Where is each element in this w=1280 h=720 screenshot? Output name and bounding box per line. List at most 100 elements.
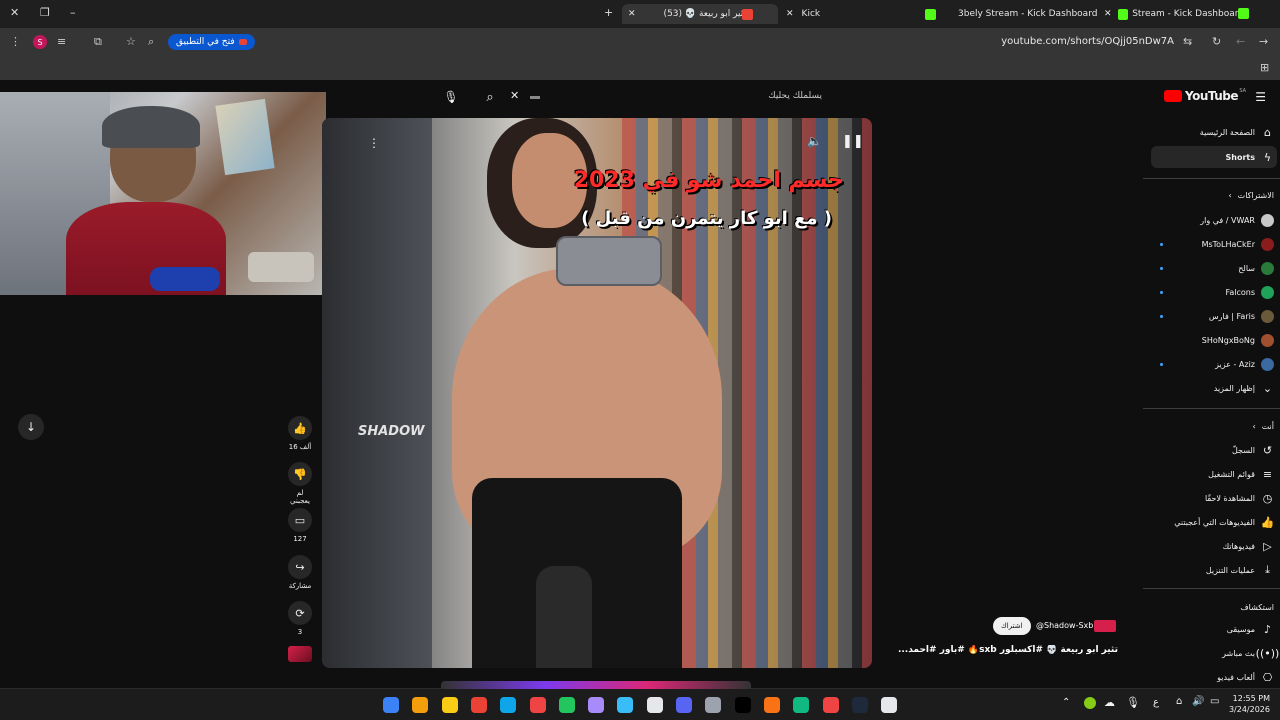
sidebar-item-live[interactable]: بث مباشر ((•)): [1222, 642, 1279, 664]
taskbar-app-icon[interactable]: [383, 697, 399, 713]
network-icon[interactable]: ⌂: [1176, 696, 1182, 707]
menu-dots-icon[interactable]: ⋮: [10, 35, 21, 48]
pause-icon[interactable]: ❚❚: [842, 134, 864, 149]
browser-tab-strip: ✕ ❐ – + ✕ ثاثير ابو ربيعة 💀 (53) ✕ Kick …: [0, 0, 1280, 28]
search-button[interactable]: ⌕: [479, 86, 501, 108]
taskbar-app-icon[interactable]: [470, 697, 487, 713]
subscriptions-header[interactable]: ‹ الاشتراكات: [1228, 184, 1274, 206]
sidebar-item-home[interactable]: الصفحة الرئيسية ⌂: [1200, 121, 1274, 143]
sidebar-item-music[interactable]: موسيقى ♪: [1227, 618, 1274, 640]
tray-app-icon[interactable]: [1084, 697, 1096, 709]
clock[interactable]: 12:55 PM 3/24/2026: [1224, 693, 1270, 715]
show-more-button[interactable]: إظهار المزيد ⌄: [1214, 377, 1274, 399]
sidebar-item-channel[interactable]: في وار / VWAR: [1200, 209, 1274, 231]
tab-label: 3bely Stream - Kick Dashboard: [958, 9, 1098, 19]
sidebar-item-playlists[interactable]: قوائم التشغيل ≡: [1208, 463, 1274, 485]
sidebar-item-channel[interactable]: Falcons: [1225, 281, 1274, 303]
taskbar-app-icon[interactable]: [676, 697, 692, 713]
sidebar-item-watch-later[interactable]: المشاهدة لاحقًا ◷: [1205, 487, 1274, 509]
microphone-icon[interactable]: 🎙: [1126, 696, 1140, 709]
bookmark-star-icon[interactable]: ☆: [126, 35, 136, 48]
sidebar-item-downloads[interactable]: عمليات التنزيل ⤓: [1206, 559, 1274, 581]
sidebar-item-channel[interactable]: عزيز - Aziz: [1215, 353, 1274, 375]
search-input[interactable]: يسلملك يحليك: [527, 88, 822, 106]
channel-avatar: [1261, 309, 1274, 323]
more-options-icon[interactable]: ⋮: [368, 136, 380, 150]
taskbar-app-icon[interactable]: [822, 697, 839, 713]
clock-date: 3/24/2026: [1228, 705, 1270, 714]
search-icon[interactable]: ⌕: [148, 35, 154, 49]
remix-button[interactable]: ⟳ 3: [286, 601, 314, 636]
tab-kick[interactable]: ✕ Kick: [786, 4, 936, 24]
restore-window-icon[interactable]: ❐: [40, 6, 50, 19]
sound-thumbnail[interactable]: [288, 646, 312, 662]
volume-icon[interactable]: 🔈: [807, 134, 822, 148]
sidebar-item-channel[interactable]: MsToLHaCkEr: [1202, 233, 1274, 255]
share-button[interactable]: ↪ مشاركة: [286, 555, 314, 590]
comments-button[interactable]: ▭ 127: [286, 508, 314, 543]
subscribe-button[interactable]: اشتراك: [993, 617, 1031, 635]
taskbar-app-icon[interactable]: [500, 697, 517, 713]
hamburger-menu-icon[interactable]: ☰: [1255, 90, 1266, 104]
close-window-icon[interactable]: ✕: [10, 6, 19, 19]
taskbar-app-icon[interactable]: [617, 697, 634, 713]
extensions-icon[interactable]: ⧉: [94, 35, 102, 49]
you-header[interactable]: ‹ أنت: [1252, 415, 1274, 437]
taskbar-app-icon[interactable]: [412, 697, 429, 713]
profile-avatar[interactable]: S: [33, 35, 47, 49]
taskbar-app-icon[interactable]: [441, 697, 458, 713]
sidebar-item-shorts[interactable]: Shorts ϟ: [1226, 146, 1274, 168]
youtube-logo[interactable]: YouTube: [1163, 89, 1239, 103]
tray-cloud-icon[interactable]: ☁: [1104, 696, 1115, 709]
next-short-button[interactable]: ↓: [18, 414, 44, 440]
channel-avatar[interactable]: [1094, 620, 1116, 632]
short-video-player[interactable]: 🔈 ❚❚ ⋮ جسم احمد شو في 2023 ( مع ابو كار …: [322, 118, 872, 668]
taskbar-app-icon[interactable]: [558, 697, 575, 713]
sidebar-item-history[interactable]: السجلّ ↺: [1232, 439, 1274, 461]
taskbar-app-icon[interactable]: [763, 697, 780, 713]
keyboard-language[interactable]: ع: [1153, 697, 1159, 708]
dislike-button[interactable]: 👎 لم يعجبني: [286, 462, 314, 505]
taskbar-app-icon[interactable]: [646, 697, 663, 713]
sidebar-item-liked[interactable]: الفيديوهات التي أعجبتني 👍: [1174, 511, 1274, 533]
voice-search-button[interactable]: 🎙: [440, 88, 462, 106]
taskbar-app-icon[interactable]: [793, 697, 810, 713]
desk-items: [248, 252, 314, 282]
tab-youtube-short[interactable]: ✕ ثاثير ابو ربيعة 💀 (53): [622, 4, 778, 24]
taskbar-app-icon[interactable]: [881, 697, 898, 713]
tab-kick-dashboard-1[interactable]: 3bely Stream - Kick Dashboard: [958, 4, 1098, 24]
back-icon[interactable]: ←: [1236, 35, 1245, 48]
tab-search-icon[interactable]: ≡: [57, 35, 66, 48]
volume-icon[interactable]: 🔊: [1192, 696, 1204, 707]
close-tab-icon[interactable]: ✕: [628, 9, 636, 19]
clear-search-icon[interactable]: ✕: [510, 89, 519, 102]
channel-name[interactable]: @Shadow-Sxb: [1036, 621, 1093, 630]
address-url[interactable]: youtube.com/shorts/OQjj05nDw7A: [1001, 36, 1174, 47]
new-tab-icon[interactable]: +: [604, 6, 613, 19]
sidebar-item-channel[interactable]: سالح: [1238, 257, 1274, 279]
apps-grid-icon[interactable]: ⊞: [1260, 61, 1269, 74]
taskbar-app-icon[interactable]: [851, 697, 868, 713]
sidebar-item-your-videos[interactable]: فيديوهاتك ▷: [1223, 535, 1274, 557]
taskbar-app-icon[interactable]: [734, 697, 751, 713]
close-tab-icon[interactable]: ✕: [786, 9, 794, 19]
taskbar-app-icon[interactable]: [705, 697, 722, 713]
tab-kick-dashboard-2[interactable]: ✕ Stream - Kick Dashboard: [1104, 4, 1244, 24]
taskbar-app-icon[interactable]: [529, 697, 546, 713]
minimize-window-icon[interactable]: –: [70, 6, 76, 19]
forward-icon[interactable]: →: [1259, 35, 1268, 48]
chevron-up-icon[interactable]: ⌃: [1062, 697, 1070, 708]
like-button[interactable]: 👍 16 ألف: [286, 416, 314, 451]
reload-icon[interactable]: ↻: [1212, 35, 1221, 48]
sidebar-item-channel[interactable]: SHoNgxBoNg: [1202, 329, 1274, 351]
sidebar-item-channel[interactable]: فارس | Faris: [1209, 305, 1274, 327]
sidebar-item-gaming[interactable]: ألعاب فيديو ⎔: [1217, 666, 1274, 688]
close-tab-icon[interactable]: ✕: [1104, 9, 1112, 19]
open-in-app-button[interactable]: فتح في التطبيق: [168, 34, 255, 50]
search-icon: ⌕: [486, 89, 494, 105]
taskbar-app-icon[interactable]: [588, 697, 605, 713]
battery-icon[interactable]: ▭: [1210, 696, 1219, 707]
site-settings-icon[interactable]: ⇆: [1183, 35, 1192, 48]
video-progress-glow: [441, 681, 751, 689]
microphone-icon: 🎙: [443, 90, 459, 104]
